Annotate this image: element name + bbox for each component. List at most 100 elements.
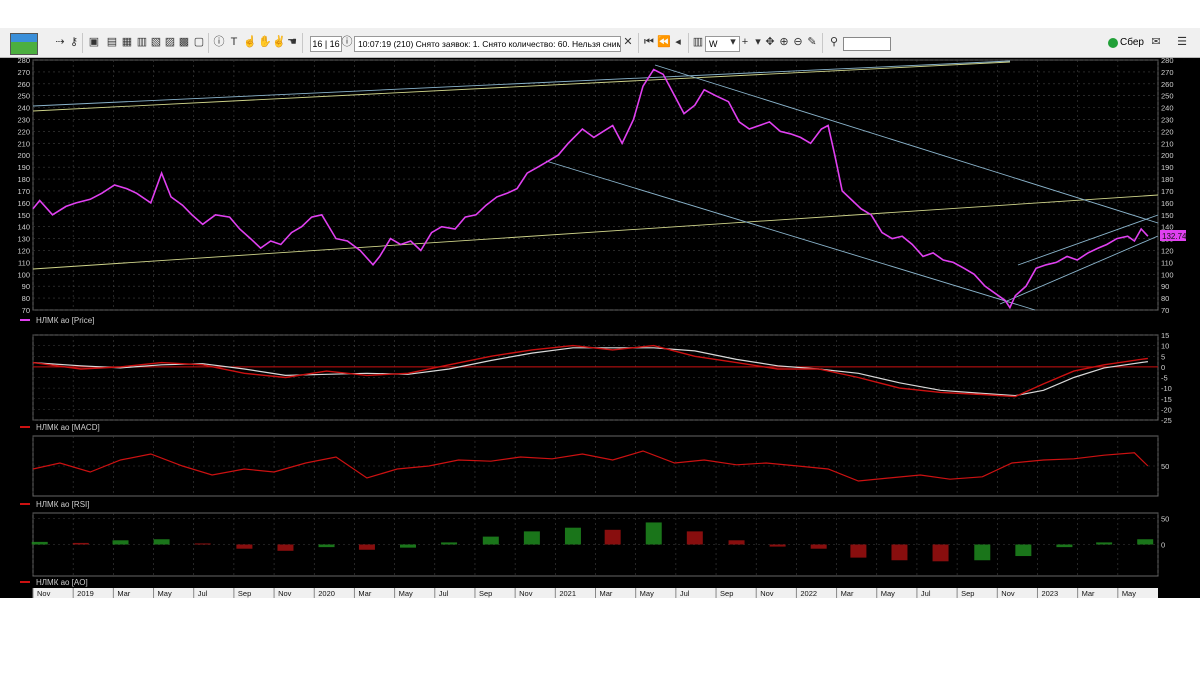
ao-bar[interactable] [1137, 539, 1154, 545]
x-tick-label: Nov [1001, 589, 1015, 598]
y-tick-label: 200 [17, 151, 30, 160]
keys-icon[interactable]: ⚷ [68, 36, 80, 48]
ao-bar[interactable] [277, 544, 294, 551]
y-tick-label: 120 [1161, 246, 1174, 255]
x-tick-label: 2020 [318, 589, 335, 598]
ao-bar[interactable] [769, 544, 786, 547]
ao-bar[interactable] [810, 544, 827, 549]
hand-up-icon[interactable]: ☝ [243, 36, 257, 48]
ao-bar[interactable] [645, 522, 662, 545]
status-message: 10:07:19 (210) Снято заявок: 1. Снято ко… [354, 36, 621, 52]
info-icon[interactable]: ⓘ [213, 36, 225, 48]
y-tick-label: 200 [1161, 151, 1174, 160]
y-tick-label: 170 [1161, 187, 1174, 196]
ao-bar[interactable] [112, 540, 129, 545]
portfolio-icon[interactable]: ▩ [178, 36, 190, 48]
chart-type-icon[interactable]: ▥ [692, 36, 704, 48]
y-tick-label: 280 [17, 58, 30, 65]
scroll-back-icon[interactable]: ⏪ [657, 36, 671, 48]
chevron-down-icon[interactable]: ▾ [727, 36, 739, 48]
y-tick-label: 150 [1161, 211, 1174, 220]
y-tick-label: 140 [17, 223, 30, 232]
x-tick-label: Nov [37, 589, 51, 598]
ao-bar[interactable] [728, 540, 745, 545]
ao-bar[interactable] [31, 541, 48, 545]
trades-icon[interactable]: ▨ [164, 36, 176, 48]
chart-window-icon[interactable]: ▥ [136, 36, 148, 48]
ao-bar[interactable] [236, 544, 253, 549]
y-tick-label: 0 [1161, 541, 1165, 550]
ruler-icon[interactable]: ✎ [806, 36, 818, 48]
ao-bar[interactable] [441, 542, 458, 545]
text-tool-icon[interactable]: T [228, 36, 240, 48]
toolbar-separator [638, 33, 639, 53]
ao-bar[interactable] [194, 543, 211, 545]
x-tick-label: May [399, 589, 413, 598]
ao-bar[interactable] [932, 544, 949, 562]
scroll-start-icon[interactable]: ⏮ [643, 36, 655, 48]
message-info-icon[interactable]: ⓘ [341, 36, 353, 48]
table-icon[interactable]: ▤ [106, 36, 118, 48]
search-input[interactable] [843, 37, 891, 51]
y-tick-label: 220 [1161, 127, 1174, 136]
price-y-axis-left: 70 80 90 100 110 120 130 140 150 160 170 180 190 200 2… [17, 58, 30, 315]
ao-bar[interactable] [891, 544, 908, 561]
hand-icon[interactable]: ✋ [258, 36, 272, 48]
ao-bar[interactable] [153, 539, 170, 545]
chevron-down-icon[interactable]: ▾ [752, 36, 764, 48]
report-icon[interactable]: ▢ [193, 36, 205, 48]
y-tick-label: 210 [1161, 139, 1174, 148]
ao-bar[interactable] [1096, 542, 1113, 545]
orders-icon[interactable]: ▧ [150, 36, 162, 48]
rsi-y-axis: 50 [1161, 462, 1169, 471]
chat-icon[interactable]: ✉ [1150, 36, 1162, 48]
ao-bar[interactable] [358, 544, 375, 550]
close-icon[interactable]: ✕ [622, 36, 634, 48]
ao-bar[interactable] [482, 536, 499, 545]
ao-bar[interactable] [523, 531, 540, 545]
y-tick-label: 280 [1161, 58, 1174, 65]
y-tick-label: 10 [1161, 342, 1169, 351]
zoom-out-icon[interactable]: ⊖ [792, 36, 804, 48]
ao-bar[interactable] [974, 544, 991, 561]
y-tick-label: 210 [17, 139, 30, 148]
quotes-icon[interactable]: ▦ [121, 36, 133, 48]
ao-bar[interactable] [850, 544, 867, 558]
menu-icon[interactable]: ☰ [1176, 36, 1188, 48]
y-tick-label: -15 [1161, 395, 1172, 404]
hand-alt-icon[interactable]: ✌ [272, 36, 286, 48]
x-tick-label: Jul [921, 589, 931, 598]
ao-bar[interactable] [1015, 544, 1032, 557]
y-tick-label: 0 [1161, 363, 1165, 372]
ao-bar[interactable] [686, 531, 703, 545]
x-tick-label: Sep [961, 589, 974, 598]
legend-rsi: НЛМК ао [RSI] [36, 500, 89, 509]
x-tick-label: Mar [600, 589, 613, 598]
ao-bar[interactable] [604, 529, 621, 545]
crosshair-icon[interactable]: + [739, 36, 751, 48]
x-tick-label: Sep [479, 589, 492, 598]
y-tick-label: 15 [1161, 331, 1169, 340]
x-tick-label: Mar [117, 589, 130, 598]
y-tick-label: 150 [17, 211, 30, 220]
add-window-icon[interactable]: ▣ [88, 36, 100, 48]
pointer-icon[interactable]: ☚ [286, 36, 298, 48]
ao-bar[interactable] [1056, 544, 1073, 548]
y-tick-label: 70 [1161, 306, 1169, 315]
y-tick-label: 50 [1161, 462, 1169, 471]
move-icon[interactable]: ✥ [764, 36, 776, 48]
toolbar-separator [688, 33, 689, 53]
ao-bar[interactable] [318, 544, 335, 548]
legend-ao: НЛМК ао [AO] [36, 578, 88, 587]
ao-bar[interactable] [400, 544, 416, 548]
y-tick-label: 100 [1161, 270, 1174, 279]
app-logo-icon [10, 33, 38, 55]
zoom-in-icon[interactable]: ⊕ [778, 36, 790, 48]
x-tick-label: 2019 [77, 589, 94, 598]
scroll-step-icon[interactable]: ◂ [672, 36, 684, 48]
link-icon[interactable]: ⇢ [54, 36, 66, 48]
ao-bar[interactable] [72, 542, 89, 545]
ao-bar[interactable] [564, 527, 581, 545]
broker-button[interactable]: Сбер [1120, 36, 1144, 50]
search-icon[interactable]: ⚲ [828, 36, 840, 48]
